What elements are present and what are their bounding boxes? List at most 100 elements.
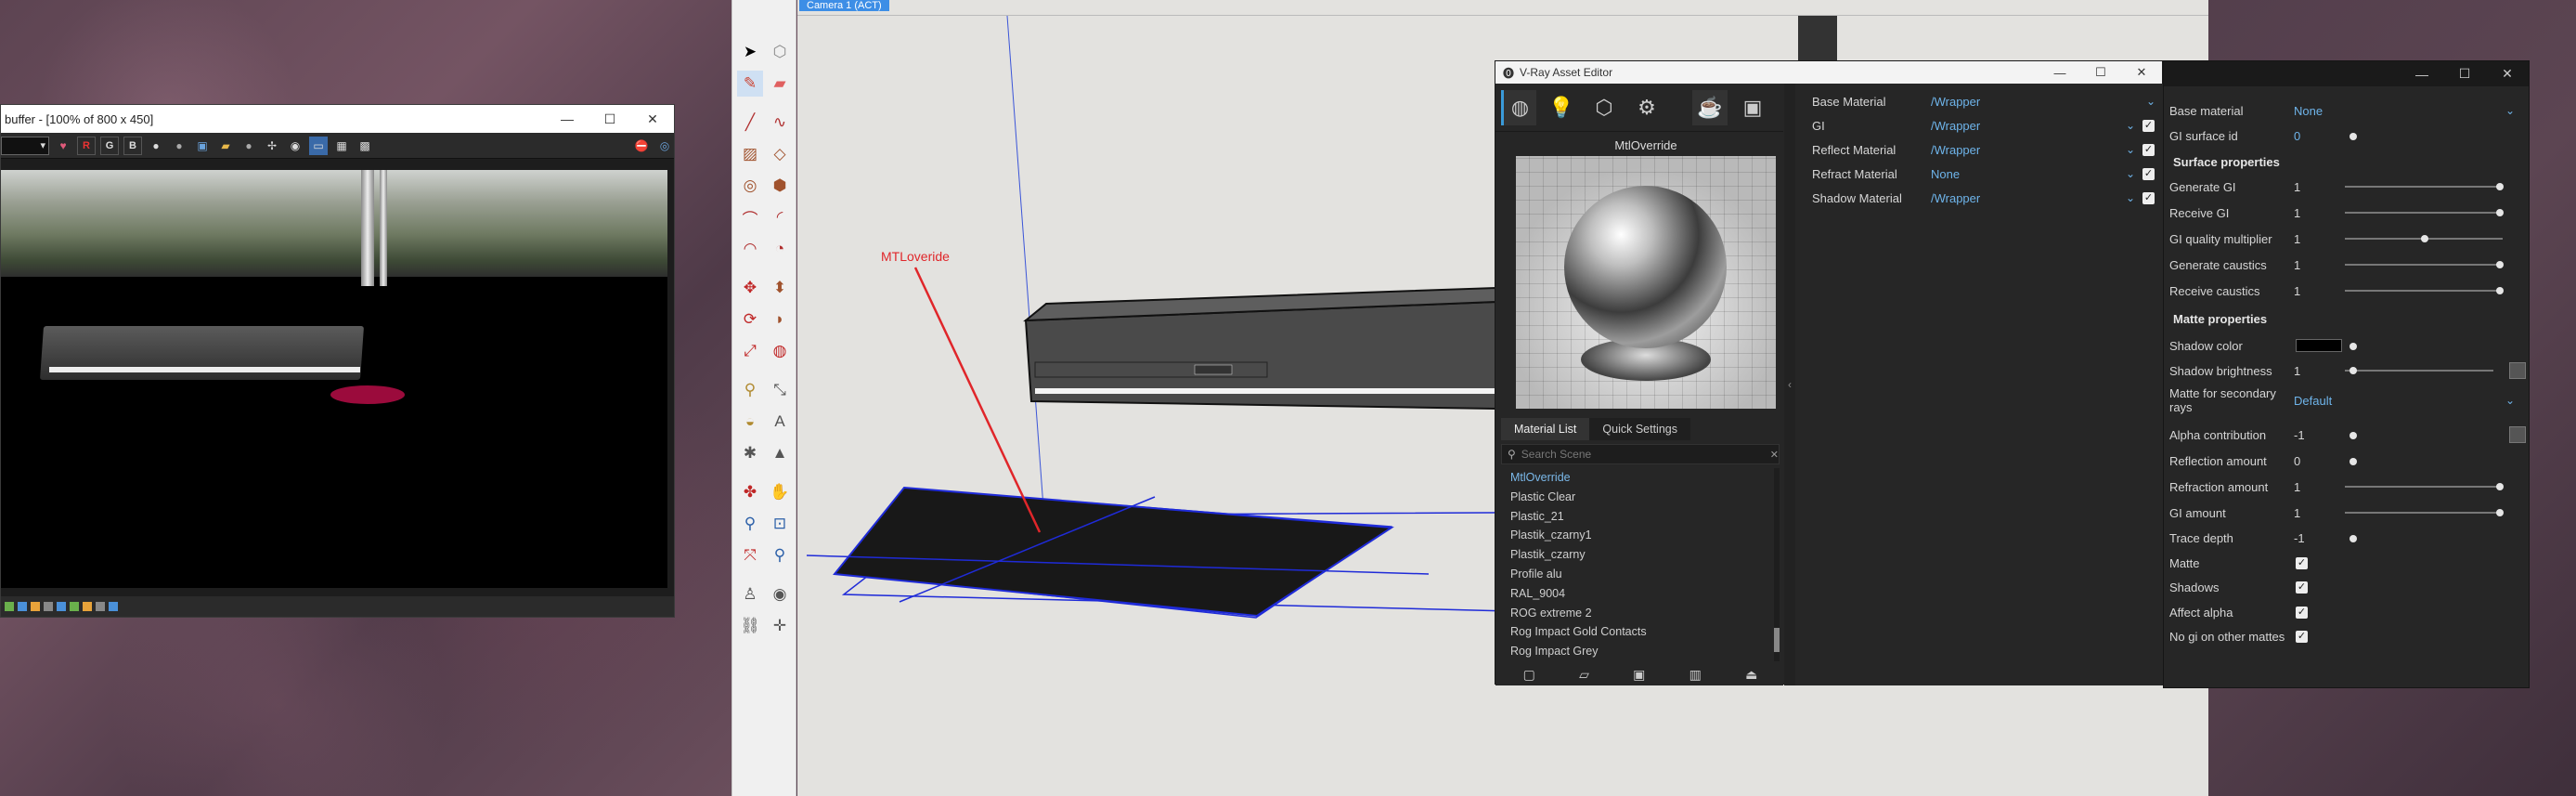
prop-value[interactable]: /Wrapper	[1931, 95, 1980, 109]
list-item[interactable]: Plastic Clear	[1501, 488, 1780, 507]
green-channel-button[interactable]: G	[100, 136, 119, 155]
search-input[interactable]: Search Scene	[1521, 448, 1765, 461]
prop-value[interactable]: 0	[2294, 454, 2300, 468]
clear-search-icon[interactable]: ✕	[1770, 449, 1779, 461]
clear-icon[interactable]: ●	[239, 137, 258, 155]
panel-collapse-handle[interactable]: ‹	[1784, 84, 1795, 685]
search-icon[interactable]: ⚲	[767, 542, 793, 568]
status-icon[interactable]	[31, 602, 40, 611]
matte-checkbox[interactable]: ✓	[2296, 556, 2308, 569]
close-button[interactable]: ✕	[2486, 61, 2529, 86]
prop-checkbox[interactable]: ✓	[2142, 119, 2155, 132]
materials-category-icon[interactable]: ◍	[1501, 89, 1536, 125]
matte-secondary-value[interactable]: Default	[2294, 394, 2332, 408]
list-item[interactable]: Plastik_czarny	[1501, 545, 1780, 565]
slider-knob[interactable]	[2349, 535, 2357, 542]
select-tool-icon[interactable]: ➤	[737, 39, 763, 65]
tab-material-list[interactable]: Material List	[1501, 418, 1590, 440]
two-point-arc-icon[interactable]: ◜	[767, 204, 793, 230]
prop-value[interactable]: /Wrapper	[1931, 143, 1980, 157]
chevron-down-icon[interactable]: ⌄	[2126, 191, 2135, 204]
frame-buffer-icon[interactable]: ▣	[1735, 90, 1770, 125]
close-button[interactable]: ✕	[631, 105, 674, 133]
status-icon[interactable]	[5, 602, 14, 611]
no-gi-other-mattes-checkbox[interactable]: ✓	[2296, 630, 2308, 643]
red-channel-button[interactable]: R	[77, 136, 96, 155]
chevron-down-icon[interactable]: ⌄	[2146, 95, 2155, 108]
white-dot-icon[interactable]: ●	[147, 137, 165, 155]
gi-surface-id-value[interactable]: 0	[2294, 129, 2300, 143]
slider-track[interactable]	[2345, 509, 2504, 516]
prop-value[interactable]: 1	[2294, 232, 2300, 246]
slider-knob[interactable]	[2421, 235, 2428, 242]
prop-value[interactable]: 1	[2294, 258, 2300, 272]
list-item[interactable]: Plastic_21	[1501, 507, 1780, 527]
paint-bucket-icon[interactable]: ✎	[737, 71, 763, 97]
status-icon[interactable]	[44, 602, 53, 611]
tape-measure-icon[interactable]: ⚲	[737, 377, 763, 403]
slider-knob[interactable]	[2349, 133, 2357, 140]
slider-knob[interactable]	[2496, 261, 2504, 268]
prop-checkbox[interactable]: ✓	[2142, 143, 2155, 156]
make-component-icon[interactable]: ⬡	[767, 39, 793, 65]
slider-knob[interactable]	[2496, 183, 2504, 190]
chevron-down-icon[interactable]: ⌄	[2126, 143, 2135, 156]
zoom-extents-icon[interactable]: ⤧	[737, 542, 763, 568]
slider-track[interactable]	[2345, 235, 2503, 242]
stop-render-icon[interactable]: ⛔	[632, 137, 651, 155]
minimize-button[interactable]: —	[2039, 61, 2080, 84]
save-icon[interactable]: ▣	[193, 137, 212, 155]
slider-knob[interactable]	[2349, 367, 2357, 374]
status-icon[interactable]	[96, 602, 105, 611]
slider-track[interactable]	[2345, 483, 2504, 490]
list-item[interactable]: Rog Impact Gold Contacts	[1501, 622, 1780, 642]
status-icon[interactable]	[57, 602, 66, 611]
shadow-color-swatch[interactable]	[2296, 339, 2342, 352]
prop-value[interactable]: /Wrapper	[1931, 191, 1980, 205]
status-icon[interactable]	[83, 602, 92, 611]
folder-icon[interactable]: ▰	[216, 137, 235, 155]
affect-alpha-checkbox[interactable]: ✓	[2296, 606, 2308, 619]
chevron-down-icon[interactable]: ⌄	[2505, 104, 2515, 117]
follow-me-icon[interactable]: ◗	[767, 307, 793, 333]
prop-value[interactable]: 1	[2294, 180, 2300, 194]
stamp-icon[interactable]: ▩	[356, 137, 374, 155]
texture-slot[interactable]	[2509, 362, 2526, 379]
list-item[interactable]: Rog Impact Grey	[1501, 642, 1780, 661]
slider-track[interactable]	[2345, 209, 2504, 216]
prop-value[interactable]: None	[1931, 167, 1960, 181]
prop-checkbox[interactable]: ✓	[2142, 167, 2155, 180]
slider-knob[interactable]	[2496, 287, 2504, 294]
eraser-icon[interactable]: ▰	[767, 71, 793, 97]
minimize-button[interactable]: —	[2401, 61, 2443, 86]
material-search[interactable]: ⚲ Search Scene ✕	[1501, 444, 1780, 464]
status-icon[interactable]	[109, 602, 118, 611]
prop-value[interactable]: 1	[2294, 506, 2300, 520]
prop-value[interactable]: 1	[2294, 206, 2300, 220]
three-point-arc-icon[interactable]: ◠	[737, 236, 763, 262]
scale-icon[interactable]: ⤢	[737, 338, 763, 364]
text-tool-icon[interactable]: A	[767, 409, 793, 435]
slider-knob[interactable]	[2496, 483, 2504, 490]
prop-value[interactable]: 1	[2294, 364, 2300, 378]
slider-track[interactable]	[2345, 287, 2504, 294]
rotate-icon[interactable]: ⟳	[737, 307, 763, 333]
shadows-checkbox[interactable]: ✓	[2296, 581, 2308, 594]
geometry-category-icon[interactable]: ⬡	[1586, 90, 1622, 125]
compare-icon[interactable]: ▭	[309, 136, 328, 155]
render-teapot-icon[interactable]: ☕	[1692, 89, 1728, 125]
heart-icon[interactable]: ♥	[54, 137, 72, 155]
rotated-rectangle-icon[interactable]: ◇	[767, 141, 793, 167]
lens-icon[interactable]: ▦	[332, 137, 351, 155]
circle-icon[interactable]: ◎	[737, 173, 763, 199]
open-folder-icon[interactable]: ▱	[1579, 667, 1589, 683]
slider-knob[interactable]	[2496, 209, 2504, 216]
status-icon[interactable]	[70, 602, 79, 611]
zoom-icon[interactable]: ⚲	[737, 511, 763, 537]
blue-channel-button[interactable]: B	[123, 136, 142, 155]
annotation-label[interactable]: MTLoveride	[881, 249, 950, 264]
line-tool-icon[interactable]: ╱	[737, 110, 763, 136]
region-icon[interactable]: ✢	[263, 137, 281, 155]
slider-track[interactable]	[2345, 183, 2504, 190]
maximize-button[interactable]: ☐	[2080, 61, 2121, 84]
